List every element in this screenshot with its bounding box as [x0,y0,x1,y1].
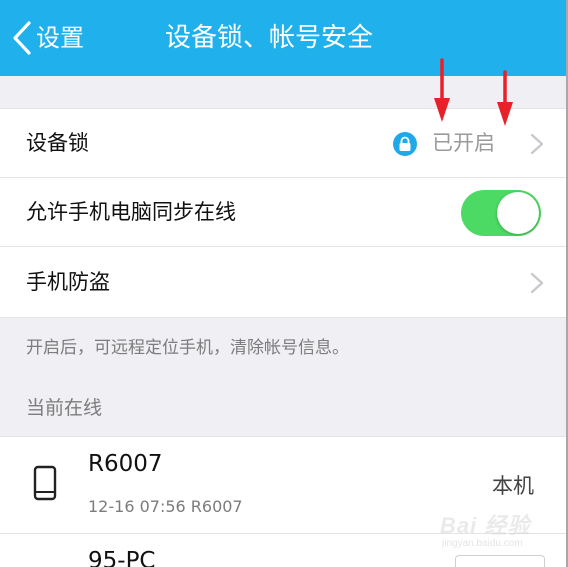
device-action-button[interactable] [455,555,545,567]
phone-icon [33,465,57,501]
device-lock-row[interactable]: 设备锁 已开启 [0,108,566,178]
chevron-right-icon [530,272,544,294]
chevron-left-icon [13,21,31,55]
phone-screen: 设置 设备锁、帐号安全 设备锁 已开启 允许手机电脑同步在线 手机防盗 开启后，… [0,0,568,567]
online-section-title: 当前在线 [26,397,103,419]
anti-theft-row[interactable]: 手机防盗 [0,247,566,318]
back-label: 设置 [36,24,84,52]
device-name: 95-PC [88,548,156,567]
watermark-url: jingyan.baidu.com [442,538,523,549]
this-device-tag: 本机 [492,474,534,498]
chevron-right-icon [530,133,544,155]
anti-theft-label: 手机防盗 [26,270,110,294]
toggle-knob [497,192,539,234]
annotation-arrow-icon [497,70,513,126]
sync-online-toggle[interactable] [461,190,541,236]
device-name: R6007 [88,451,163,477]
lock-icon [393,132,417,156]
annotation-arrow-icon [434,58,450,122]
baidu-jingyan-watermark: Bai 经验 jingyan.baidu.com [432,500,557,555]
device-lock-label: 设备锁 [26,131,89,155]
watermark-text: Bai 经验 [440,513,531,538]
device-detail: 12-16 07:56 R6007 [88,497,243,516]
sync-online-label: 允许手机电脑同步在线 [26,200,236,224]
navigation-bar: 设置 设备锁、帐号安全 [0,0,566,76]
back-button[interactable]: 设置 [12,18,84,58]
page-title: 设备锁、帐号安全 [165,23,374,53]
anti-theft-hint: 开启后，可远程定位手机，清除帐号信息。 [26,338,349,358]
